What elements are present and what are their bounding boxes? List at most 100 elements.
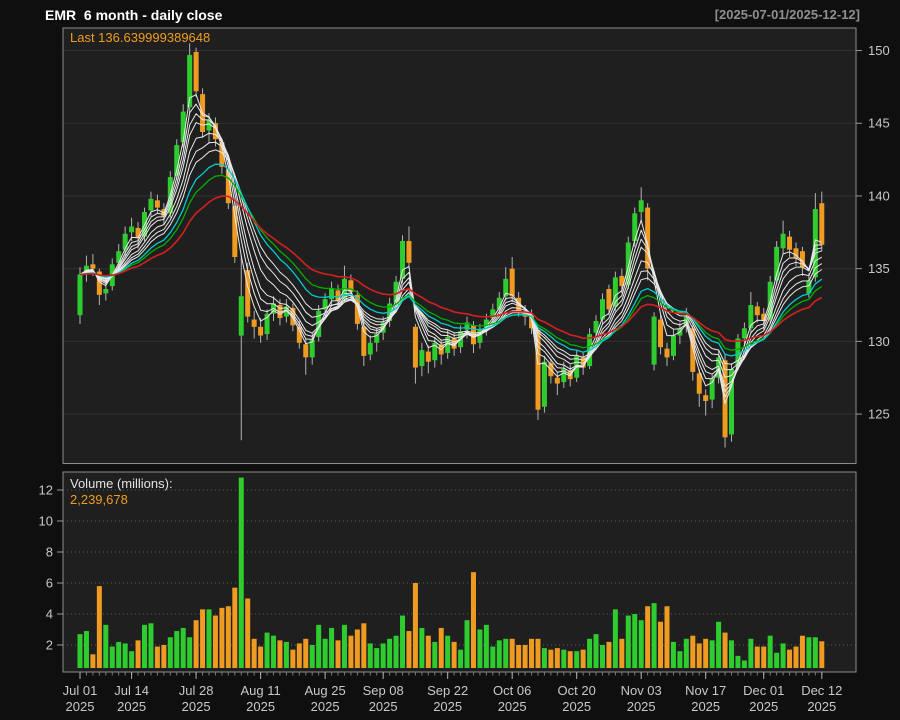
candle-body xyxy=(103,289,108,293)
volume-bar xyxy=(103,625,108,668)
x-axis-year-label: 2025 xyxy=(691,699,720,714)
volume-bar xyxy=(735,656,740,668)
volume-bar xyxy=(787,650,792,668)
x-axis-year-label: 2025 xyxy=(66,699,95,714)
x-axis-date-label: Nov 03 xyxy=(621,683,662,698)
volume-bar xyxy=(207,609,212,668)
volume-bar xyxy=(78,634,83,668)
candle-body xyxy=(78,274,83,315)
volume-bar xyxy=(297,643,302,668)
volume-bar xyxy=(723,633,728,668)
volume-bar xyxy=(755,647,760,668)
volume-bar xyxy=(284,642,289,668)
volume-bar xyxy=(568,651,573,668)
x-axis-year-label: 2025 xyxy=(182,699,211,714)
volume-bar xyxy=(690,636,695,668)
candle-body xyxy=(626,242,631,284)
candle-body xyxy=(652,317,657,365)
volume-bar xyxy=(639,620,644,668)
x-axis-date-label: Jul 14 xyxy=(114,683,149,698)
volume-bar xyxy=(129,651,134,668)
x-axis-year-label: 2025 xyxy=(433,699,462,714)
volume-bar xyxy=(355,630,360,669)
volume-bar xyxy=(761,647,766,668)
x-axis-date-label: Nov 17 xyxy=(685,683,726,698)
x-axis-date-label: Aug 11 xyxy=(240,683,280,698)
volume-bar xyxy=(742,661,747,669)
price-tick-label: 145 xyxy=(868,116,890,131)
volume-bar xyxy=(258,647,263,668)
candle-body xyxy=(510,269,515,297)
volume-bar xyxy=(781,643,786,668)
candle-body xyxy=(368,343,373,355)
last-volume-value: 2,239,678 xyxy=(70,493,128,506)
volume-bar xyxy=(394,636,399,668)
candle-body xyxy=(426,352,431,362)
chart-window: EMR 6 month - daily close [2025-07-01/20… xyxy=(0,0,900,720)
volume-bar xyxy=(471,572,476,668)
volume-bar xyxy=(194,620,199,668)
volume-bar xyxy=(671,642,676,668)
volume-bar xyxy=(155,647,160,668)
volume-bar xyxy=(387,639,392,668)
volume-tick-label: 12 xyxy=(39,483,53,498)
volume-bar xyxy=(606,642,611,668)
volume-bar xyxy=(316,625,321,668)
candle-body xyxy=(671,336,676,356)
volume-bar xyxy=(181,628,186,668)
price-tick-label: 135 xyxy=(868,261,890,276)
x-axis-date-label: Sep 22 xyxy=(427,683,468,698)
page-title: EMR 6 month - daily close xyxy=(45,8,222,22)
last-price-label: Last 136.639999389648 xyxy=(70,31,210,44)
volume-bar xyxy=(658,622,663,668)
candle-body xyxy=(664,349,669,358)
volume-bar xyxy=(813,637,818,668)
price-tick-label: 140 xyxy=(868,188,890,203)
candle-body xyxy=(336,290,341,300)
volume-bar xyxy=(123,643,128,668)
volume-bar xyxy=(200,609,205,668)
candle-body xyxy=(413,327,418,368)
x-axis-year-label: 2025 xyxy=(498,699,527,714)
volume-bar xyxy=(497,640,502,668)
candle-body xyxy=(542,362,547,407)
volume-tick-label: 4 xyxy=(46,607,53,622)
x-axis-date-label: Oct 06 xyxy=(493,683,531,698)
volume-bar xyxy=(342,625,347,668)
volume-title-label: Volume (millions): xyxy=(70,477,173,490)
volume-bar xyxy=(529,639,534,668)
candle-body xyxy=(400,241,405,279)
volume-bar xyxy=(439,628,444,668)
candle-body xyxy=(136,228,141,238)
candle-body xyxy=(787,237,792,250)
volume-bar xyxy=(684,639,689,668)
volume-bar xyxy=(136,640,141,668)
volume-bar xyxy=(290,650,295,668)
x-axis-year-label: 2025 xyxy=(117,699,146,714)
volume-bar xyxy=(303,639,308,668)
x-axis-year-label: 2025 xyxy=(369,699,398,714)
candle-body xyxy=(639,200,644,212)
volume-bar xyxy=(142,625,147,668)
candle-body xyxy=(658,320,663,348)
candle-body xyxy=(819,203,824,245)
volume-bar xyxy=(323,639,328,668)
candle-body xyxy=(632,213,637,241)
x-axis-date-label: Dec 01 xyxy=(743,683,784,698)
x-axis-year-label: 2025 xyxy=(749,699,778,714)
volume-bar xyxy=(626,616,631,668)
volume-bar xyxy=(445,636,450,668)
candle-body xyxy=(703,395,708,401)
x-axis-year-label: 2025 xyxy=(311,699,340,714)
x-axis-year-label: 2025 xyxy=(627,699,656,714)
volume-tick-label: 8 xyxy=(46,545,53,560)
volume-bar xyxy=(271,636,276,668)
volume-bar xyxy=(97,586,102,668)
x-axis-date-label: Oct 20 xyxy=(558,683,596,698)
volume-bar xyxy=(716,622,721,668)
volume-bar xyxy=(561,650,566,668)
volume-bar xyxy=(161,645,166,668)
volume-bar xyxy=(432,642,437,668)
volume-bar xyxy=(632,614,637,668)
volume-tick-label: 10 xyxy=(39,514,53,529)
